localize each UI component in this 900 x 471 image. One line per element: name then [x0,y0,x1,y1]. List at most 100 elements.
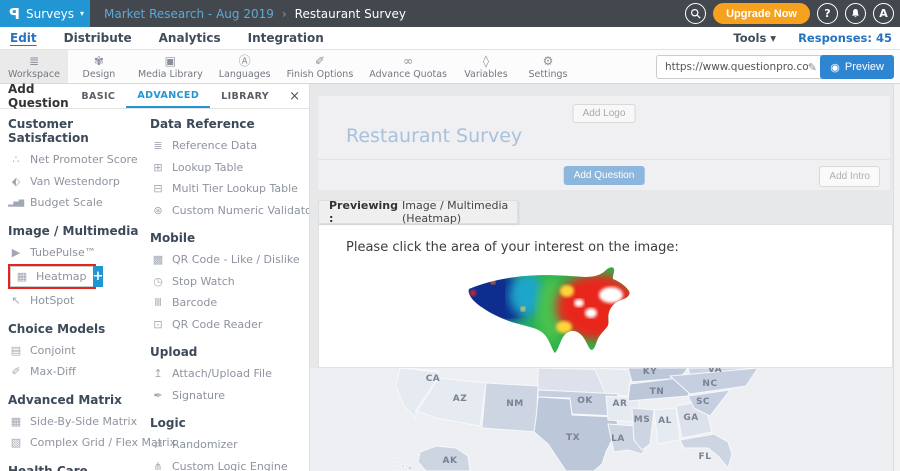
nav-distribute[interactable]: Distribute [64,31,132,45]
state-label: GA [683,413,698,423]
tab-basic[interactable]: BASIC [70,84,126,108]
item-label: HotSpot [30,294,74,307]
item-label: Attach/Upload File [172,367,272,380]
item-label: TubePulse™ [30,246,96,259]
upload-icon: ↥ [150,367,166,380]
breadcrumb-separator: › [282,7,287,21]
question-type-max-diff[interactable]: ✐Max-Diff [8,361,146,383]
question-type-tubepulse[interactable]: ▶TubePulse™ [8,242,146,264]
heatmap-editor-map[interactable]: CA AZ NM OK TX AK AR LA MS AL GA TN NC S… [310,368,893,471]
question-type-attach-upload[interactable]: ↥ Attach/Upload File [150,363,308,385]
toolbar-tab-design[interactable]: ✾Design [68,50,130,83]
question-type-van-westendorp[interactable]: ⬖Van Westendorp [8,171,146,193]
add-intro-button[interactable]: Add Intro [819,166,880,187]
panel-title: Add Question [0,82,70,110]
section-logic: Logic [150,416,308,430]
state-label: FL [699,452,712,462]
breadcrumb-folder[interactable]: Market Research - Aug 2019 [104,7,274,21]
item-label: Multi Tier Lookup Table [172,182,298,195]
question-type-budget-scale[interactable]: ▂▅▇Budget Scale [8,192,146,214]
vertical-scrollbar[interactable] [893,84,900,471]
item-label: Randomizer [172,438,238,451]
survey-canvas: Add Logo Restaurant Survey Add Question … [310,84,900,471]
nav-integration[interactable]: Integration [248,31,324,45]
question-type-stop-watch[interactable]: ◷Stop Watch [150,271,308,293]
section-health-care: Health Care [8,464,146,471]
toolbar-tab-settings[interactable]: ⚙Settings [517,50,579,83]
pen-icon: ✒ [150,389,166,402]
item-label: Net Promoter Score [30,153,138,166]
question-type-side-by-side-matrix[interactable]: ▦Side-By-Side Matrix [8,411,146,433]
toolbar-tab-variables[interactable]: ◊Variables [455,50,517,83]
edit-url-icon[interactable]: ✎ [808,61,817,74]
question-type-signature[interactable]: ✒ Signature [150,385,308,407]
section-mobile: Mobile [150,231,308,245]
close-panel-button[interactable]: × [280,89,309,104]
toolbar-tab-media-library[interactable]: ▣Media Library [130,50,211,83]
cursor-icon: ↖ [8,294,24,307]
account-avatar[interactable]: A [873,3,894,24]
state-label: CA [426,374,441,384]
breadcrumb-survey: Restaurant Survey [295,7,406,21]
tag-icon: ◊ [483,55,489,68]
question-type-custom-numeric-validator[interactable]: ⊛Custom Numeric Validator [150,200,308,222]
question-type-qr-like-dislike[interactable]: ▩QR Code - Like / Dislike [150,249,308,271]
survey-nav: Edit Distribute Analytics Integration To… [0,27,900,50]
state-label: OK [577,396,593,406]
question-type-qr-code-reader[interactable]: ⊡QR Code Reader [150,314,308,336]
add-logo-button[interactable]: Add Logo [573,104,636,123]
question-type-net-promoter-score[interactable]: ∴Net Promoter Score [8,149,146,171]
survey-url-field[interactable]: https://www.questionpro.com/t/APNrFZ ✎ [656,55,824,79]
previewing-badge: Previewing : Image / Multimedia (Heatmap… [318,200,518,224]
search-button[interactable] [685,3,706,24]
preview-button-label: Preview [845,61,884,73]
upgrade-now-button[interactable]: Upgrade Now [713,3,810,24]
add-question-button[interactable]: Add Question [564,166,645,185]
toolbar-tab-languages[interactable]: ⒶLanguages [211,50,279,83]
workspace-icon: ≣ [29,55,39,68]
surveys-menu[interactable]: P Surveys ▾ [0,0,90,27]
links-icon: ∞ [403,55,413,68]
breadcrumb: Market Research - Aug 2019 › Restaurant … [104,7,406,21]
question-type-conjoint[interactable]: ▤Conjoint [8,340,146,362]
nav-analytics[interactable]: Analytics [159,31,221,45]
tab-advanced[interactable]: ADVANCED [126,84,210,108]
toolbar-tab-finish-options[interactable]: ✐Finish Options [279,50,362,83]
notifications-button[interactable] [845,3,866,24]
heatmap-usa-image[interactable] [463,265,646,359]
question-type-complex-grid[interactable]: ▧Complex Grid / Flex Matrix [8,432,146,454]
preview-button[interactable]: ◉ Preview [820,55,894,79]
item-label: Budget Scale [30,196,103,209]
item-label: QR Code - Like / Dislike [172,253,300,266]
questionpro-logo-icon: P [9,5,20,23]
question-type-heatmap-selected[interactable]: ▦Heatmap+ [8,264,96,289]
nav-edit[interactable]: Edit [10,31,37,45]
toolbar-tab-label: Media Library [138,69,203,80]
item-label: Barcode [172,296,217,309]
tools-dropdown[interactable]: Tools ▾ [733,31,776,45]
question-type-custom-logic-engine[interactable]: ⋔Custom Logic Engine [150,456,308,471]
barcode-icon: Ⅲ [150,296,166,309]
toolbar-tab-advance-quotas[interactable]: ∞Advance Quotas [361,50,455,83]
survey-title[interactable]: Restaurant Survey [346,125,522,147]
rows-icon: ≣ [150,139,166,152]
state-label: LA [611,434,625,444]
question-type-randomizer[interactable]: ⇄ Randomizer [150,434,308,456]
question-type-barcode[interactable]: Ⅲ Barcode [150,292,308,314]
question-type-hotspot[interactable]: ↖ HotSpot [8,290,146,312]
translate-icon: Ⓐ [239,55,251,68]
state-label: NM [506,399,524,409]
question-type-lookup-table[interactable]: ⊞Lookup Table [150,157,308,179]
item-label: Signature [172,389,225,402]
logic-fork-icon: ⋔ [150,460,166,471]
tab-library[interactable]: LIBRARY [210,84,280,108]
survey-header-card: Add Logo Restaurant Survey Add Question … [318,96,890,190]
responses-count-link[interactable]: Responses: 45 [798,31,892,45]
toolbar-tab-label: Advance Quotas [369,69,447,80]
add-heatmap-question-button[interactable]: + [93,266,104,287]
help-button[interactable]: ? [817,3,838,24]
toolbar-tab-workspace[interactable]: ≣Workspace [0,50,68,83]
question-type-multi-tier-lookup[interactable]: ⊟Multi Tier Lookup Table [150,178,308,200]
shuffle-icon: ⇄ [150,438,166,451]
question-type-reference-data[interactable]: ≣Reference Data [150,135,308,157]
